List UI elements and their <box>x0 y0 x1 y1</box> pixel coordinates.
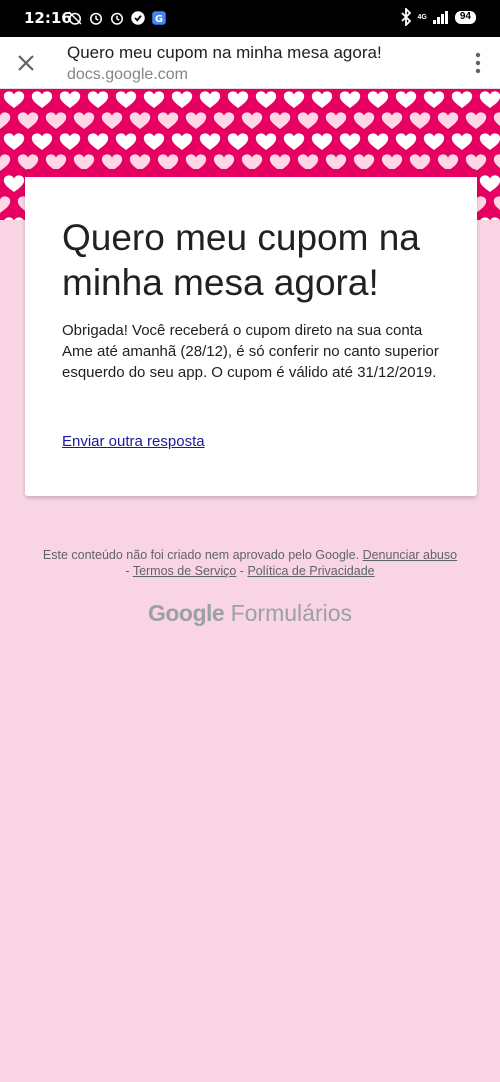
heart-shape <box>479 133 500 151</box>
heart-shape <box>59 91 81 109</box>
heart-shape <box>283 133 305 151</box>
terms-link[interactable]: Termos de Serviço <box>133 564 237 578</box>
heart-shape <box>479 91 500 109</box>
heart-shape <box>185 112 207 130</box>
heart-shape <box>423 91 445 109</box>
heart-shape <box>255 91 277 109</box>
form-footer: Este conteúdo não foi criado nem aprovad… <box>40 547 460 579</box>
heart-shape <box>409 112 431 130</box>
heart-shape <box>395 133 417 151</box>
heart-shape <box>227 91 249 109</box>
more-vert-icon[interactable] <box>474 51 482 75</box>
heart-shape <box>465 112 487 130</box>
heart-shape <box>45 112 67 130</box>
heart-shape <box>115 91 137 109</box>
heart-shape <box>479 175 500 193</box>
signal-icon <box>432 11 448 24</box>
privacy-link[interactable]: Política de Privacidade <box>247 564 374 578</box>
heart-shape <box>199 91 221 109</box>
system-icons: 4G 94 <box>400 8 476 26</box>
heart-shape <box>0 196 11 214</box>
heart-shape <box>143 133 165 151</box>
heart-shape <box>311 133 333 151</box>
close-icon[interactable] <box>12 49 40 77</box>
heart-shape <box>171 133 193 151</box>
heart-shape <box>3 133 25 151</box>
heart-shape <box>353 112 375 130</box>
heart-shape <box>199 133 221 151</box>
heart-shape <box>480 217 500 220</box>
heart-shape <box>297 112 319 130</box>
heart-shape <box>437 112 459 130</box>
heart-shape <box>3 175 25 193</box>
svg-text:G: G <box>155 14 163 25</box>
brand-product: Formulários <box>230 600 353 626</box>
heart-shape <box>395 91 417 109</box>
footer-separator: - <box>236 564 248 578</box>
heart-shape <box>31 91 53 109</box>
heart-shape <box>339 133 361 151</box>
submit-another-response-link[interactable]: Enviar outra resposta <box>62 433 205 450</box>
browser-toolbar: Quero meu cupom na minha mesa agora! doc… <box>0 37 500 89</box>
bluetooth-icon <box>400 8 411 26</box>
heart-shape <box>143 91 165 109</box>
alarm-off-icon <box>68 11 82 25</box>
footer-separator: - <box>125 564 133 578</box>
heart-shape <box>17 112 39 130</box>
notification-icons: G <box>66 9 168 27</box>
heart-shape <box>59 133 81 151</box>
google-app-icon: G <box>152 11 166 25</box>
heart-shape <box>255 133 277 151</box>
heart-shape <box>4 217 24 220</box>
heart-shape <box>325 112 347 130</box>
heart-shape <box>227 133 249 151</box>
browser-page-title: Quero meu cupom na minha mesa agora! <box>67 43 382 62</box>
disclaimer-text: Este conteúdo não foi criado nem aprovad… <box>42 548 360 562</box>
heart-shape <box>451 91 473 109</box>
heart-shape <box>423 133 445 151</box>
heart-shape <box>241 112 263 130</box>
heart-shape <box>451 133 473 151</box>
battery-indicator: 94 <box>454 10 476 24</box>
heart-shape <box>311 91 333 109</box>
check-circle-icon <box>131 11 145 25</box>
heart-shape <box>213 112 235 130</box>
heart-shape <box>493 112 500 126</box>
heart-shape <box>283 91 305 109</box>
heart-shape <box>31 133 53 151</box>
heart-shape <box>0 154 11 172</box>
heart-shape <box>87 133 109 151</box>
heart-shape <box>3 91 25 109</box>
status-time: 12:16 <box>24 9 72 27</box>
heart-shape <box>367 133 389 151</box>
status-bar: 12:16 G 4G 94 <box>0 0 500 37</box>
report-abuse-link[interactable]: Denunciar abuso <box>363 548 458 562</box>
network-type: 4G <box>417 13 427 21</box>
confirmation-message: Obrigada! Você receberá o cupom direto n… <box>62 322 439 381</box>
browser-url[interactable]: docs.google.com <box>67 66 188 84</box>
form-title: Quero meu cupom na minha mesa agora! <box>62 217 420 303</box>
heart-shape <box>129 112 151 130</box>
heart-shape <box>101 112 123 130</box>
heart-shape <box>115 133 137 151</box>
heart-shape <box>73 112 95 130</box>
alarm-icon <box>90 12 102 25</box>
heart-shape <box>493 154 500 168</box>
heart-shape <box>171 91 193 109</box>
heart-shape <box>157 112 179 130</box>
heart-shape <box>87 91 109 109</box>
heart-shape <box>367 91 389 109</box>
heart-shape <box>493 196 500 210</box>
heart-shape <box>0 112 11 130</box>
google-forms-logo[interactable]: Google Formulários <box>0 600 500 627</box>
heart-shape <box>381 112 403 130</box>
brand-google: Google <box>147 600 225 626</box>
form-confirmation-card: Quero meu cupom na minha mesa agora! Obr… <box>25 169 477 496</box>
heart-shape <box>339 91 361 109</box>
alarm-icon <box>111 12 123 25</box>
heart-shape <box>269 112 291 130</box>
